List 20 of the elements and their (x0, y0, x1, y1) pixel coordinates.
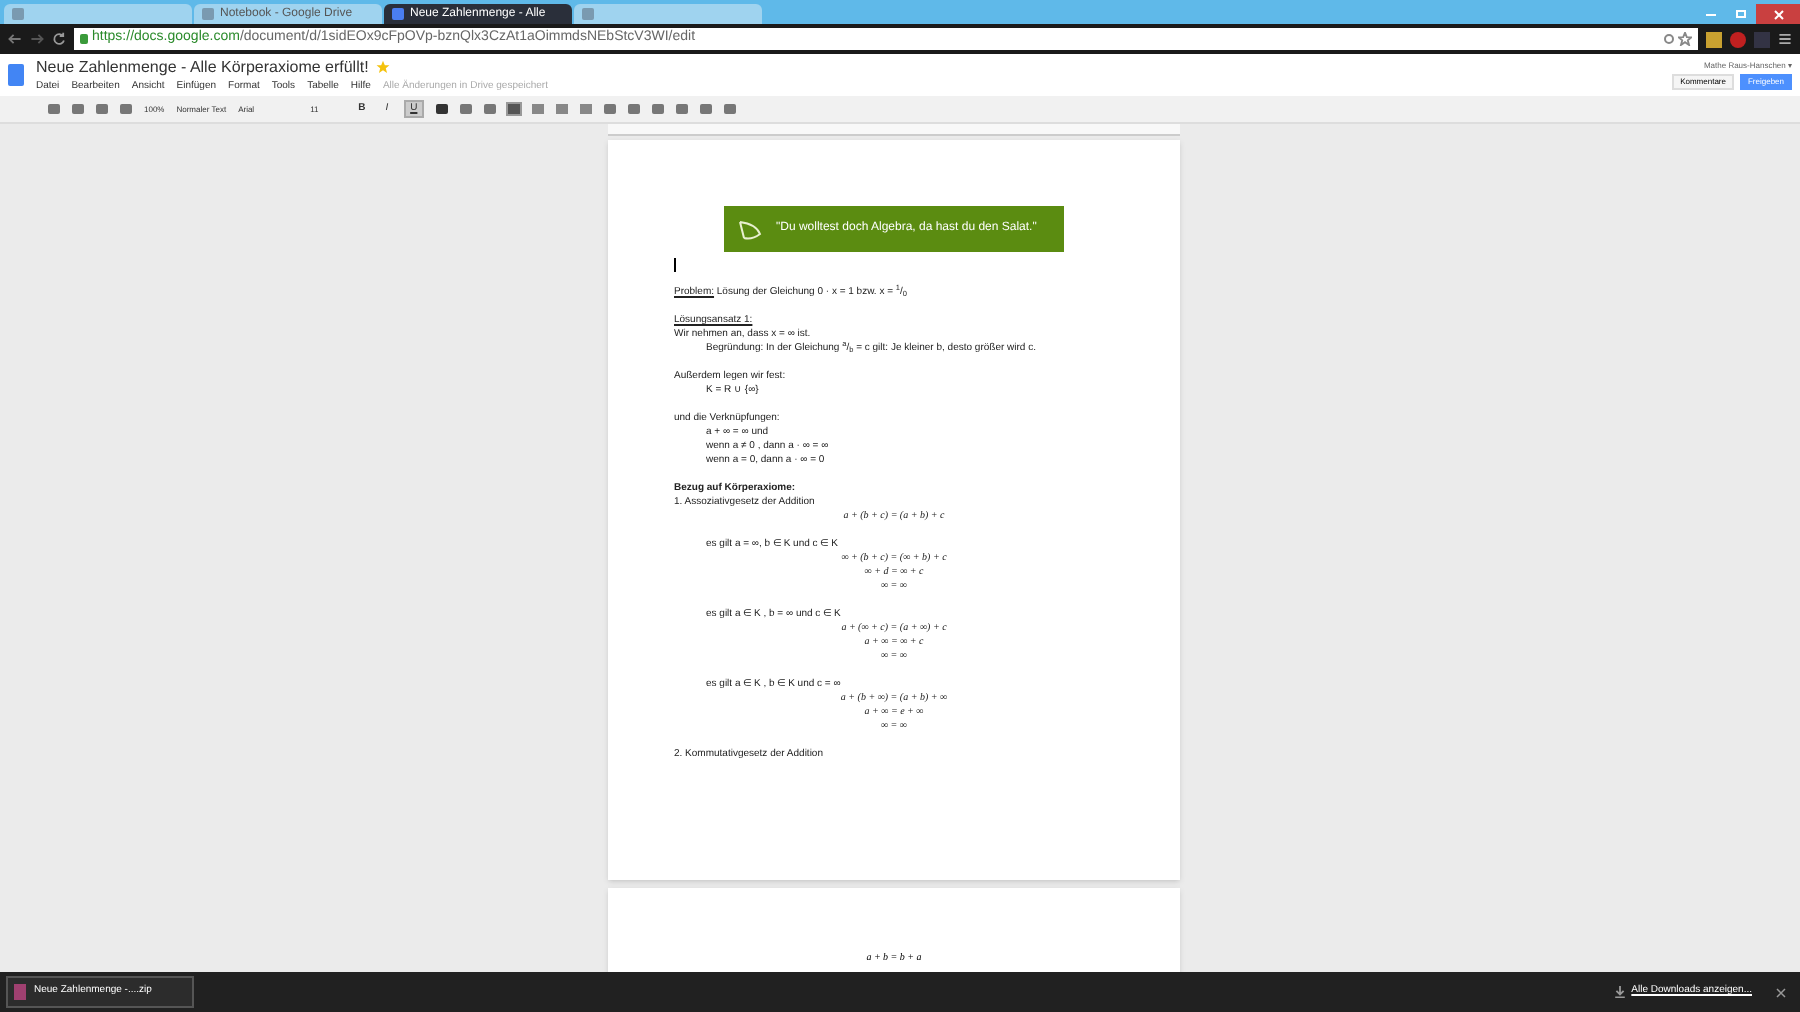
back-icon[interactable] (8, 32, 22, 46)
reload-icon[interactable] (52, 32, 66, 46)
page-icon (392, 8, 404, 20)
page-icon (202, 8, 214, 20)
page-icon (582, 8, 594, 20)
page-icon (12, 8, 24, 20)
align-icon[interactable] (555, 104, 568, 114)
star-icon[interactable] (376, 60, 391, 75)
align-icon[interactable] (531, 104, 544, 114)
align-icon[interactable] (579, 104, 592, 114)
document-title[interactable]: Neue Zahlenmenge - Alle Körperaxiome erfüllt! (36, 55, 369, 80)
download-icon (1613, 986, 1626, 998)
browser-tab[interactable] (574, 4, 762, 24)
text-cursor (674, 258, 676, 272)
close-icon[interactable] (1756, 4, 1800, 24)
bookmark-star-icon[interactable] (1678, 32, 1692, 46)
forward-icon[interactable] (30, 32, 44, 46)
close-icon[interactable] (1776, 987, 1786, 997)
align-icon[interactable] (507, 104, 520, 114)
menu-icon[interactable] (1778, 32, 1792, 46)
